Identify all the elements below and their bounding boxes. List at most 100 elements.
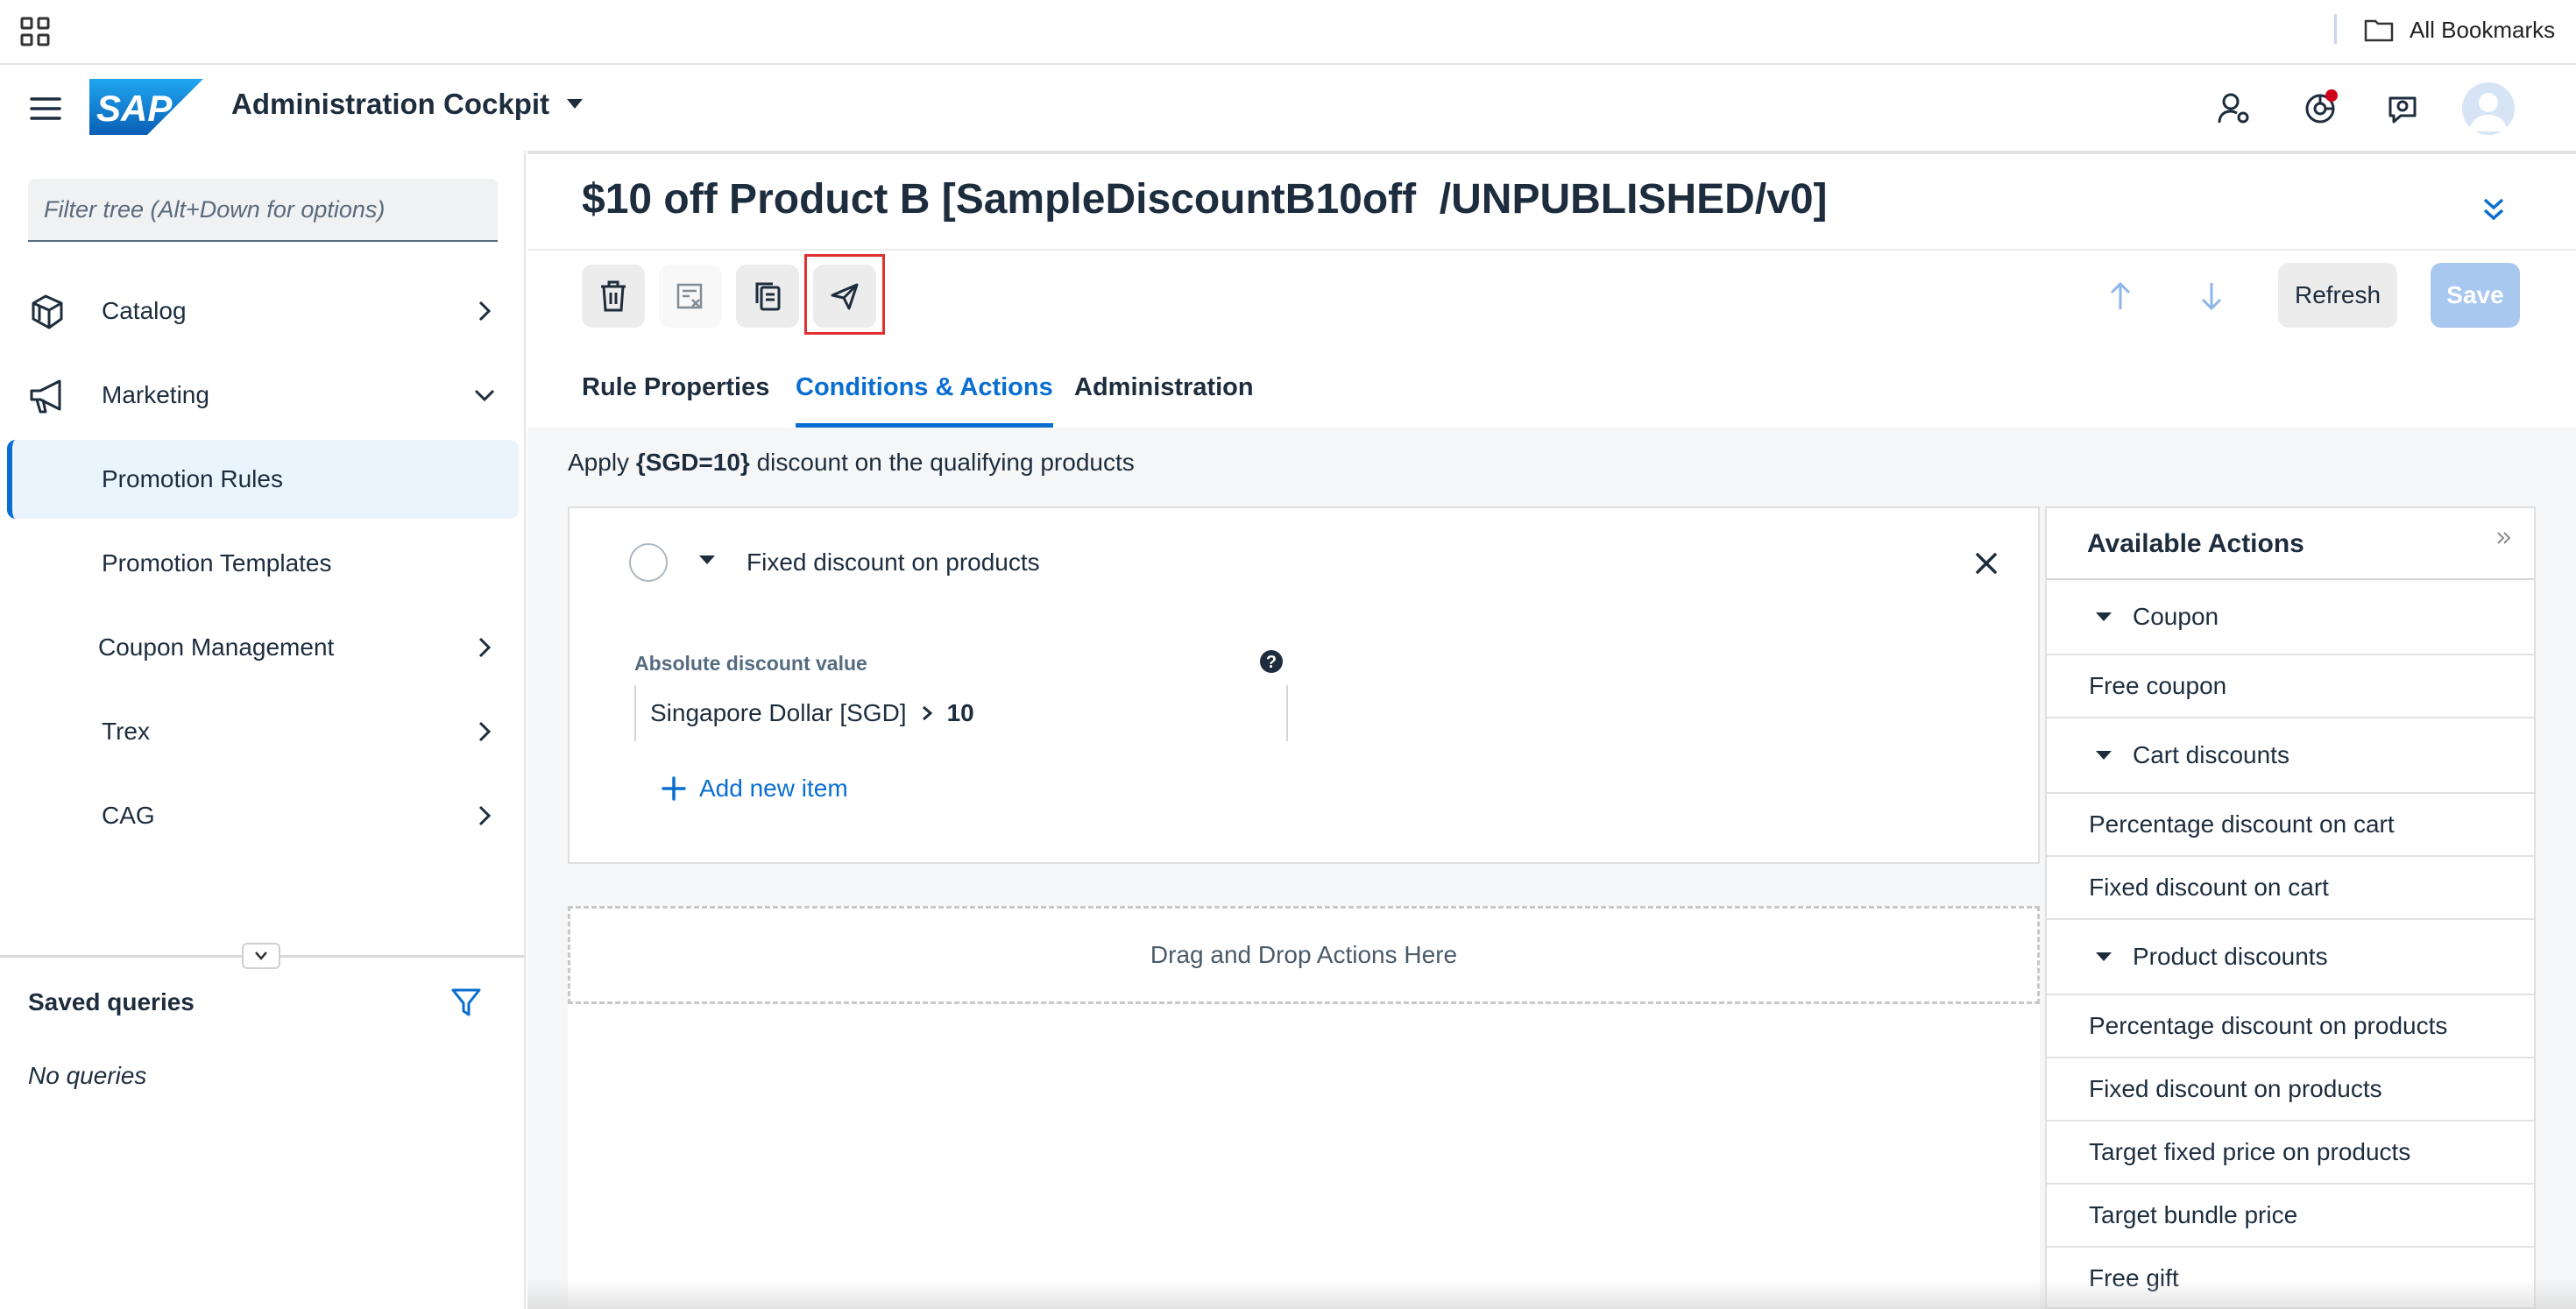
bottom-fade xyxy=(527,1279,2576,1309)
arrow-down-icon xyxy=(2198,280,2225,312)
sidebar-item-marketing[interactable]: Marketing xyxy=(7,356,519,435)
amount-value: 10 xyxy=(946,699,974,726)
notifications-icon[interactable] xyxy=(2297,86,2343,131)
trash-icon xyxy=(598,279,628,313)
chevron-right-icon xyxy=(471,803,498,829)
list-item[interactable]: Percentage discount on products xyxy=(2047,995,2534,1058)
add-new-item-link[interactable]: Add new item xyxy=(661,768,848,810)
list-item[interactable]: Target fixed price on products xyxy=(2047,1121,2534,1185)
feedback-chat-icon[interactable] xyxy=(2380,86,2425,131)
expand-header-icon[interactable] xyxy=(2474,189,2513,228)
apps-grid-icon[interactable] xyxy=(19,16,51,47)
available-actions-title: Available Actions xyxy=(2087,529,2304,558)
page-title: $10 off Product B [SampleDiscountB10off … xyxy=(582,176,1828,223)
caret-down-icon xyxy=(2096,952,2112,961)
group-label: Product discounts xyxy=(2133,943,2328,970)
catalog-icon xyxy=(28,293,67,331)
help-icon[interactable]: ? xyxy=(1258,648,1284,675)
collapse-caret-icon[interactable] xyxy=(699,555,715,564)
move-up-button[interactable] xyxy=(2094,268,2147,324)
chevron-right-icon xyxy=(919,704,935,723)
refresh-button[interactable]: Refresh xyxy=(2278,263,2397,328)
sidebar-item-trex[interactable]: Trex xyxy=(7,692,519,771)
list-item[interactable]: Target bundle price xyxy=(2047,1185,2534,1248)
sidebar-item-label: Catalog xyxy=(102,297,187,324)
sidebar-item-label: Coupon Management xyxy=(98,633,335,661)
drop-zone-label: Drag and Drop Actions Here xyxy=(1150,941,1458,968)
sidebar-item-catalog[interactable]: Catalog xyxy=(7,272,519,350)
object-header: $10 off Product B [SampleDiscountB10off … xyxy=(527,151,2576,428)
save-button[interactable]: Save xyxy=(2431,263,2520,328)
chevron-down-icon xyxy=(471,382,498,408)
chevron-right-icon xyxy=(471,634,498,661)
dropdown-caret-icon xyxy=(567,99,584,110)
bookmarks-separator xyxy=(2334,14,2337,44)
group-label: Coupon xyxy=(2133,603,2219,630)
filter-icon[interactable] xyxy=(449,985,484,1020)
chevron-right-icon xyxy=(471,718,498,745)
clear-button[interactable] xyxy=(659,265,722,328)
double-chevron-right-icon[interactable] xyxy=(2494,527,2515,548)
discount-value-field[interactable]: Singapore Dollar [SGD] 10 xyxy=(634,685,1288,741)
apply-value: {SGD=10} xyxy=(635,449,750,476)
group-coupon[interactable]: Coupon xyxy=(2047,580,2534,655)
action-name: Fixed discount on products xyxy=(747,548,1040,576)
action-summary: Apply {SGD=10} discount on the qualifyin… xyxy=(568,449,1135,477)
move-down-button[interactable] xyxy=(2185,268,2238,324)
sidebar-item-coupon-management[interactable]: Coupon Management xyxy=(7,608,519,687)
megaphone-icon xyxy=(28,377,67,415)
highlight-box xyxy=(804,254,885,335)
list-item[interactable]: Fixed discount on products xyxy=(2047,1058,2534,1121)
currency-value: Singapore Dollar [SGD] xyxy=(650,699,907,726)
tab-rule-properties[interactable]: Rule Properties xyxy=(582,357,769,428)
notification-dot xyxy=(2325,89,2338,102)
no-queries-text: No queries xyxy=(28,1062,147,1089)
group-product-discounts[interactable]: Product discounts xyxy=(2047,920,2534,995)
main-content: $10 off Product B [SampleDiscountB10off … xyxy=(527,151,2576,1309)
list-item[interactable]: Free coupon xyxy=(2047,655,2534,718)
copy-button[interactable] xyxy=(736,265,799,328)
caret-down-icon xyxy=(2096,612,2112,621)
tab-conditions-actions[interactable]: Conditions & Actions xyxy=(796,357,1053,428)
action-drop-zone[interactable]: Drag and Drop Actions Here xyxy=(568,906,2040,1004)
user-settings-icon[interactable] xyxy=(2212,86,2257,131)
sidebar-item-cag[interactable]: CAG xyxy=(7,776,519,855)
available-actions-panel: Available Actions Coupon Free coupon Car… xyxy=(2045,506,2536,1309)
user-avatar[interactable] xyxy=(2462,82,2515,135)
app-title: Administration Cockpit xyxy=(231,88,550,120)
bookmarks-bar: All Bookmarks xyxy=(0,0,2576,65)
sidebar-item-promotion-templates[interactable]: Promotion Templates xyxy=(7,524,519,603)
delete-button[interactable] xyxy=(582,265,645,328)
all-bookmarks-button[interactable]: All Bookmarks xyxy=(2364,12,2555,47)
select-action-radio[interactable] xyxy=(629,543,668,582)
group-label: Cart discounts xyxy=(2133,741,2289,768)
logo-text: SAP xyxy=(96,88,173,129)
sidebar-item-label: Trex xyxy=(102,718,150,745)
shell-header: SAP Administration Cockpit xyxy=(0,67,2576,151)
folder-icon xyxy=(2364,18,2394,42)
tab-administration[interactable]: Administration xyxy=(1074,357,1254,428)
all-bookmarks-label: All Bookmarks xyxy=(2410,16,2556,43)
navigation-sidebar: Catalog Marketing Promotion Rules Promot… xyxy=(0,151,526,1309)
arrow-up-icon xyxy=(2107,280,2134,312)
copy-icon xyxy=(753,280,782,312)
action-card: Fixed discount on products Absolute disc… xyxy=(568,506,2040,864)
sidebar-item-label: Marketing xyxy=(102,381,209,408)
list-item[interactable]: Fixed discount on cart xyxy=(2047,857,2534,920)
group-cart-discounts[interactable]: Cart discounts xyxy=(2047,718,2534,794)
menu-icon[interactable] xyxy=(28,91,63,126)
collapse-splitter-button[interactable] xyxy=(242,943,280,969)
sidebar-item-label: Promotion Templates xyxy=(102,549,332,577)
remove-action-icon[interactable] xyxy=(1971,548,2001,578)
clear-entry-icon xyxy=(676,281,705,311)
add-new-item-label: Add new item xyxy=(699,775,848,802)
sidebar-item-promotion-rules[interactable]: Promotion Rules xyxy=(7,440,519,519)
sap-logo[interactable]: SAP xyxy=(89,79,203,135)
caret-down-icon xyxy=(2096,751,2112,760)
plus-icon xyxy=(661,775,687,802)
list-item[interactable]: Percentage discount on cart xyxy=(2047,794,2534,857)
chevron-right-icon xyxy=(471,298,498,324)
filter-tree-input[interactable] xyxy=(28,179,498,242)
app-title-menu[interactable]: Administration Cockpit xyxy=(231,88,584,121)
available-actions-list: Coupon Free coupon Cart discounts Percen… xyxy=(2047,580,2534,1307)
